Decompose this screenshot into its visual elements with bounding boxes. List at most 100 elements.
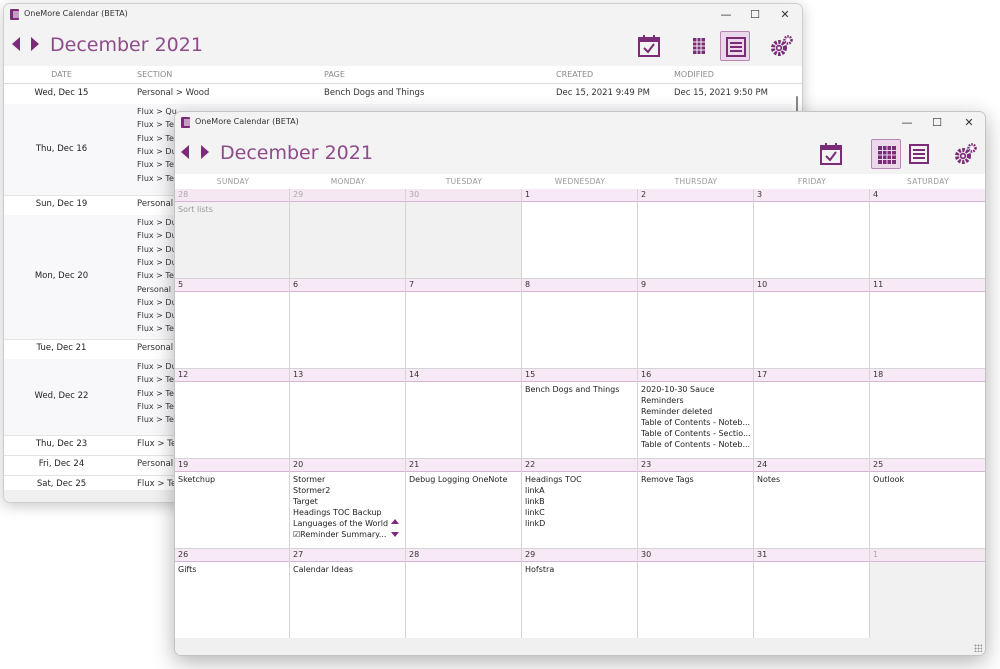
page-link[interactable]: linkA: [525, 485, 635, 496]
day-cell[interactable]: 3: [754, 189, 870, 279]
day-cell[interactable]: 2: [638, 189, 754, 279]
page-link[interactable]: Notes: [757, 474, 867, 485]
page-link[interactable]: Outlook: [873, 474, 984, 485]
day-cell[interactable]: 8: [522, 279, 638, 369]
column-modified[interactable]: MODIFIED: [674, 70, 714, 79]
page-link[interactable]: Table of Contents - Sectio...: [641, 428, 751, 439]
page-link[interactable]: linkD: [525, 518, 635, 529]
day-cell[interactable]: 7: [406, 279, 522, 369]
page-link[interactable]: Languages of the World: [293, 518, 403, 529]
page-link[interactable]: Hofstra: [525, 564, 635, 575]
day-cell[interactable]: 29: [290, 189, 406, 279]
day-cell[interactable]: 30: [638, 549, 754, 639]
today-button[interactable]: [816, 139, 846, 169]
page-link[interactable]: linkC: [525, 507, 635, 518]
day-cell[interactable]: 12: [175, 369, 290, 459]
day-number: 7: [406, 279, 521, 292]
previous-month-icon[interactable]: [12, 37, 20, 51]
page-link[interactable]: Target: [293, 496, 403, 507]
day-cell[interactable]: 15 Bench Dogs and Things: [522, 369, 638, 459]
list-row[interactable]: Wed, Dec 15 Personal > Wood Bench Dogs and…: [4, 84, 792, 105]
day-cell[interactable]: 6: [290, 279, 406, 369]
day-cell[interactable]: 29 Hofstra: [522, 549, 638, 639]
page-link[interactable]: Debug Logging OneNote: [409, 474, 519, 485]
day-cell[interactable]: 20 Stormer Stormer2 Target Headings TOC Back…: [290, 459, 406, 549]
day-cell[interactable]: 4: [870, 189, 985, 279]
page-link[interactable]: Reminder deleted: [641, 406, 751, 417]
day-cell[interactable]: 14: [406, 369, 522, 459]
day-cell[interactable]: 27 Calendar Ideas: [290, 549, 406, 639]
day-cell[interactable]: 24 Notes: [754, 459, 870, 549]
previous-month-icon[interactable]: [181, 145, 189, 159]
day-cell[interactable]: 5: [175, 279, 290, 369]
day-cell[interactable]: 25 Outlook: [870, 459, 985, 549]
page-link[interactable]: Bench Dogs and Things: [525, 384, 635, 395]
day-cell[interactable]: 23 Remove Tags: [638, 459, 754, 549]
day-cell[interactable]: 26 Gifts: [175, 549, 290, 639]
column-date[interactable]: DATE: [4, 70, 119, 79]
day-cell[interactable]: 16 2020-10-30 Sauce Reminders Reminder dele…: [638, 369, 754, 459]
row-date: Fri, Dec 24: [38, 459, 85, 469]
today-button[interactable]: [634, 31, 664, 61]
row-section: Flux > Te: [137, 388, 174, 398]
page-link[interactable]: linkB: [525, 496, 635, 507]
day-cell[interactable]: 10: [754, 279, 870, 369]
month-view-button[interactable]: [684, 31, 714, 61]
day-pages: Debug Logging OneNote: [409, 474, 519, 485]
month-title: December 2021: [50, 34, 203, 56]
day-cell[interactable]: 11: [870, 279, 985, 369]
day-cell[interactable]: 9: [638, 279, 754, 369]
page-link[interactable]: Headings TOC: [525, 474, 635, 485]
day-cell[interactable]: 22 Headings TOC linkA linkB linkC linkD: [522, 459, 638, 549]
page-link[interactable]: Calendar Ideas: [293, 564, 403, 575]
row-page[interactable]: Bench Dogs and Things: [324, 88, 424, 98]
row-section: Flux > Te: [137, 160, 174, 170]
day-cell[interactable]: 18: [870, 369, 985, 459]
page-link[interactable]: Stormer2: [293, 485, 403, 496]
list-view-button[interactable]: [720, 31, 750, 61]
page-link[interactable]: Sort lists: [178, 204, 287, 215]
list-view-button[interactable]: [904, 139, 934, 169]
grid-view-icon: [878, 146, 896, 164]
page-link[interactable]: ☑Reminder Summary...: [293, 529, 403, 540]
page-link[interactable]: Reminders: [641, 395, 751, 406]
maximize-button[interactable]: ☐: [741, 6, 769, 23]
scroll-down-icon[interactable]: [391, 532, 399, 537]
column-page[interactable]: PAGE: [324, 70, 345, 79]
day-cell[interactable]: 21 Debug Logging OneNote: [406, 459, 522, 549]
scroll-up-icon[interactable]: [391, 519, 399, 524]
close-button[interactable]: ✕: [771, 6, 799, 23]
close-button[interactable]: ✕: [955, 114, 983, 131]
day-number: 22: [522, 459, 637, 472]
minimize-button[interactable]: —: [712, 6, 740, 23]
day-cell[interactable]: 28: [406, 549, 522, 639]
page-link[interactable]: Stormer: [293, 474, 403, 485]
settings-button[interactable]: [951, 139, 981, 169]
day-cell[interactable]: 1: [870, 549, 985, 639]
page-link[interactable]: Remove Tags: [641, 474, 751, 485]
page-link[interactable]: Headings TOC Backup: [293, 507, 403, 518]
resize-grip-icon[interactable]: [974, 644, 982, 652]
maximize-button[interactable]: ☐: [923, 114, 951, 131]
column-section[interactable]: SECTION: [137, 70, 172, 79]
day-cell[interactable]: 28 Sort lists: [175, 189, 290, 279]
next-month-icon[interactable]: [201, 145, 209, 159]
day-cell[interactable]: 31: [754, 549, 870, 639]
grid-view-icon: [693, 38, 705, 54]
next-month-icon[interactable]: [31, 37, 39, 51]
day-cell[interactable]: 13: [290, 369, 406, 459]
column-created[interactable]: CREATED: [556, 70, 593, 79]
day-cell[interactable]: 1: [522, 189, 638, 279]
page-link[interactable]: Gifts: [178, 564, 287, 575]
month-view-button[interactable]: [871, 139, 901, 169]
day-cell[interactable]: 30: [406, 189, 522, 279]
day-cell[interactable]: 19 Sketchup: [175, 459, 290, 549]
page-link[interactable]: Table of Contents - Noteb...: [641, 439, 751, 450]
page-link[interactable]: 2020-10-30 Sauce: [641, 384, 751, 395]
row-section: Flux > Te: [137, 324, 174, 334]
settings-button[interactable]: [767, 31, 797, 61]
day-cell[interactable]: 17: [754, 369, 870, 459]
page-link[interactable]: Sketchup: [178, 474, 287, 485]
minimize-button[interactable]: —: [893, 114, 921, 131]
page-link[interactable]: Table of Contents - Noteb...: [641, 417, 751, 428]
